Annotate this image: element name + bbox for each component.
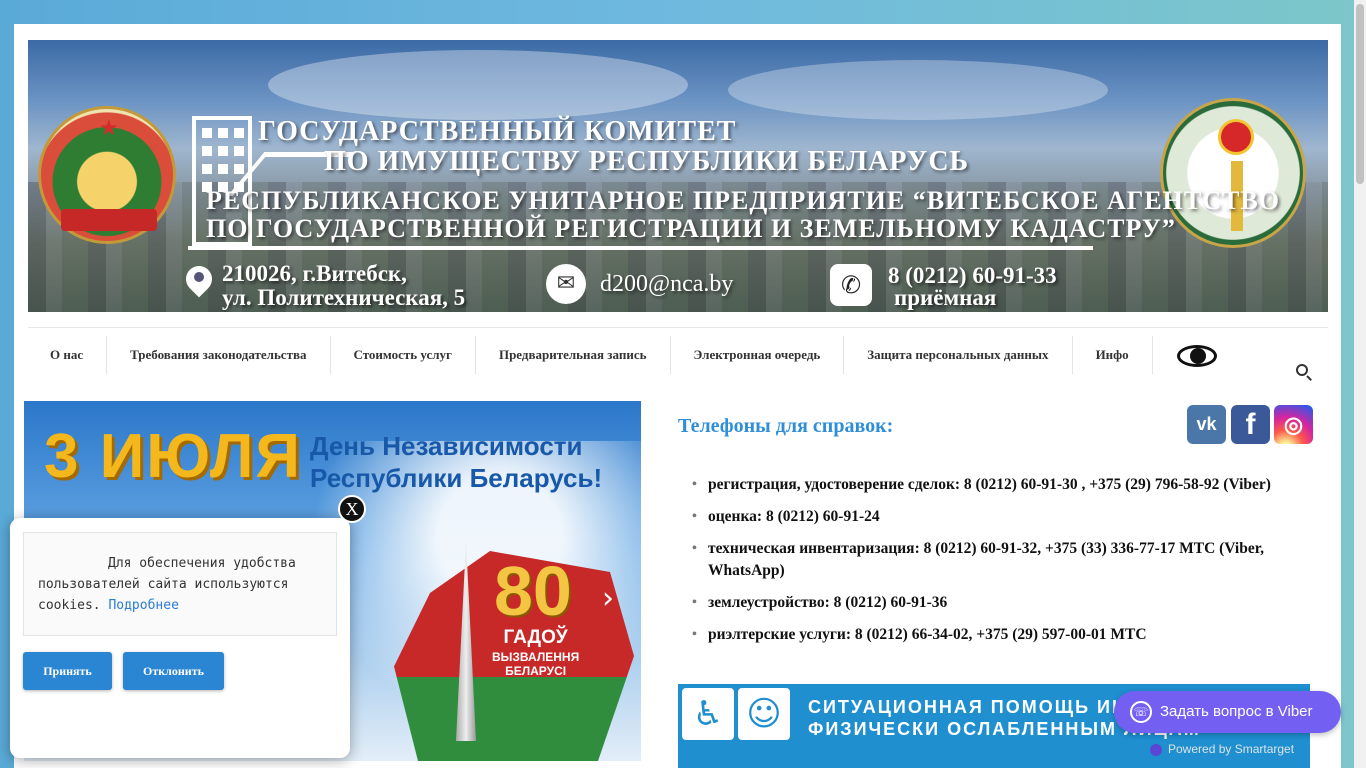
emblem-ribbon [61,209,157,231]
banner-cloud [268,50,688,120]
banner-title-line4: ПО ГОСУДАРСТВЕННОЙ РЕГИСТРАЦИИ И ЗЕМЕЛЬН… [206,214,1176,243]
promo-date: 3 ИЮЛЯ [44,422,302,491]
list-item: оценка: 8 (0212) 60-91-24 [692,506,1312,528]
cookie-decline-button[interactable]: Отклонить [123,652,224,690]
reception-label: приёмная [894,285,997,310]
viber-icon: ☏ [1130,701,1152,723]
smartarget-icon [1150,744,1162,756]
phones-heading: Телефоны для справок: [678,415,894,437]
email-link[interactable]: d200@nca.by [600,272,733,296]
powered-by-label[interactable]: Powered by Smartarget [1168,742,1294,756]
page-scrollbar[interactable] [1354,0,1366,768]
header-banner[interactable]: ★ ГОСУДАРСТВЕННЫЙ КОМИТЕТ ПО ИМУЩЕСТВУ Р… [28,40,1328,312]
facebook-icon[interactable]: f [1231,405,1270,444]
banner-divider [188,246,1093,250]
search-icon[interactable] [1296,364,1314,382]
phones-list: регистрация, удостоверение сделок: 8 (02… [692,474,1312,656]
banner-title-line3: РЕСПУБЛИКАНСКОЕ УНИТАРНОЕ ПРЕДПРИЯТИЕ “В… [206,186,1280,215]
mail-icon: ✉ [546,264,586,304]
anniversary-caption-line3: БЕЛАРУСІ [505,664,567,678]
banner-cloud [728,60,1108,120]
promo-title-line2: Республики Беларусь! [310,463,603,493]
cookie-accept-button[interactable]: Принять [23,652,112,690]
phone-icon: ✆ [830,264,872,306]
slider-next-arrow-icon[interactable]: › [602,581,614,616]
nav-item-prices[interactable]: Стоимость услуг [331,335,476,374]
list-item: риэлтерские услуги: 8 (0212) 66-34-02, +… [692,624,1312,646]
nav-item-appointment[interactable]: Предварительная запись [476,335,671,374]
nav-item-personal-data[interactable]: Защита персональных данных [844,335,1073,374]
nav-item-about[interactable]: О нас [28,335,108,374]
address-line1: 210026, г.Витебск, [222,261,407,286]
nav-item-legislation[interactable]: Требования законодательства [107,335,331,374]
list-item: землеустройство: 8 (0212) 60-91-36 [692,592,1312,614]
cookie-more-link[interactable]: Подробнее [108,598,178,613]
belarus-emblem: ★ [38,106,176,244]
star-icon: ★ [99,115,119,140]
vk-icon[interactable]: vk [1187,405,1226,444]
cookie-message: Для обеспечения удобства пользователей с… [38,553,322,616]
anniversary-caption: ГАДОЎ ВЫЗВАЛЕННЯ БЕЛАРУСІ [492,626,579,678]
anniversary-caption-line1: ГАДОЎ [503,627,568,648]
banner-title-line2: ПО ИМУЩЕСТВУ РЕСПУБЛИКИ БЕЛАРУСЬ [324,146,970,177]
emblem-crown [1218,119,1254,155]
wheelchair-icon: ♿ [682,688,734,740]
head-profile-icon: ☺ [738,688,790,740]
list-item: техническая инвентаризация: 8 (0212) 60-… [692,538,1312,582]
nav-item-info[interactable]: Инфо [1073,335,1153,374]
cookie-consent-dialog: Для обеспечения удобства пользователей с… [10,518,350,758]
list-item: регистрация, удостоверение сделок: 8 (02… [692,474,1312,496]
address-line2: ул. Политехническая, 5 [222,285,466,310]
cookie-message-box: Для обеспечения удобства пользователей с… [23,532,337,636]
nav-item-e-queue[interactable]: Электронная очередь [671,335,845,374]
instagram-icon[interactable]: ◎ [1274,405,1313,444]
main-navigation: О нас Требования законодательства Стоимо… [28,327,1328,381]
viber-question-button[interactable]: ☏ Задать вопрос в Viber [1114,691,1341,733]
viber-button-label: Задать вопрос в Viber [1160,703,1313,720]
promo-title-line1: День Независимости [310,431,583,461]
anniversary-caption-line2: ВЫЗВАЛЕННЯ [492,650,580,664]
scrollbar-thumb[interactable] [1356,4,1364,184]
state-committee-emblem [1160,98,1306,248]
accessibility-eye-icon[interactable] [1176,343,1219,367]
anniversary-number: 80 [494,552,572,630]
banner-title-line1: ГОСУДАРСТВЕННЫЙ КОМИТЕТ [258,116,737,147]
cookie-close-button[interactable]: X [338,495,366,523]
location-pin-icon [180,260,218,302]
